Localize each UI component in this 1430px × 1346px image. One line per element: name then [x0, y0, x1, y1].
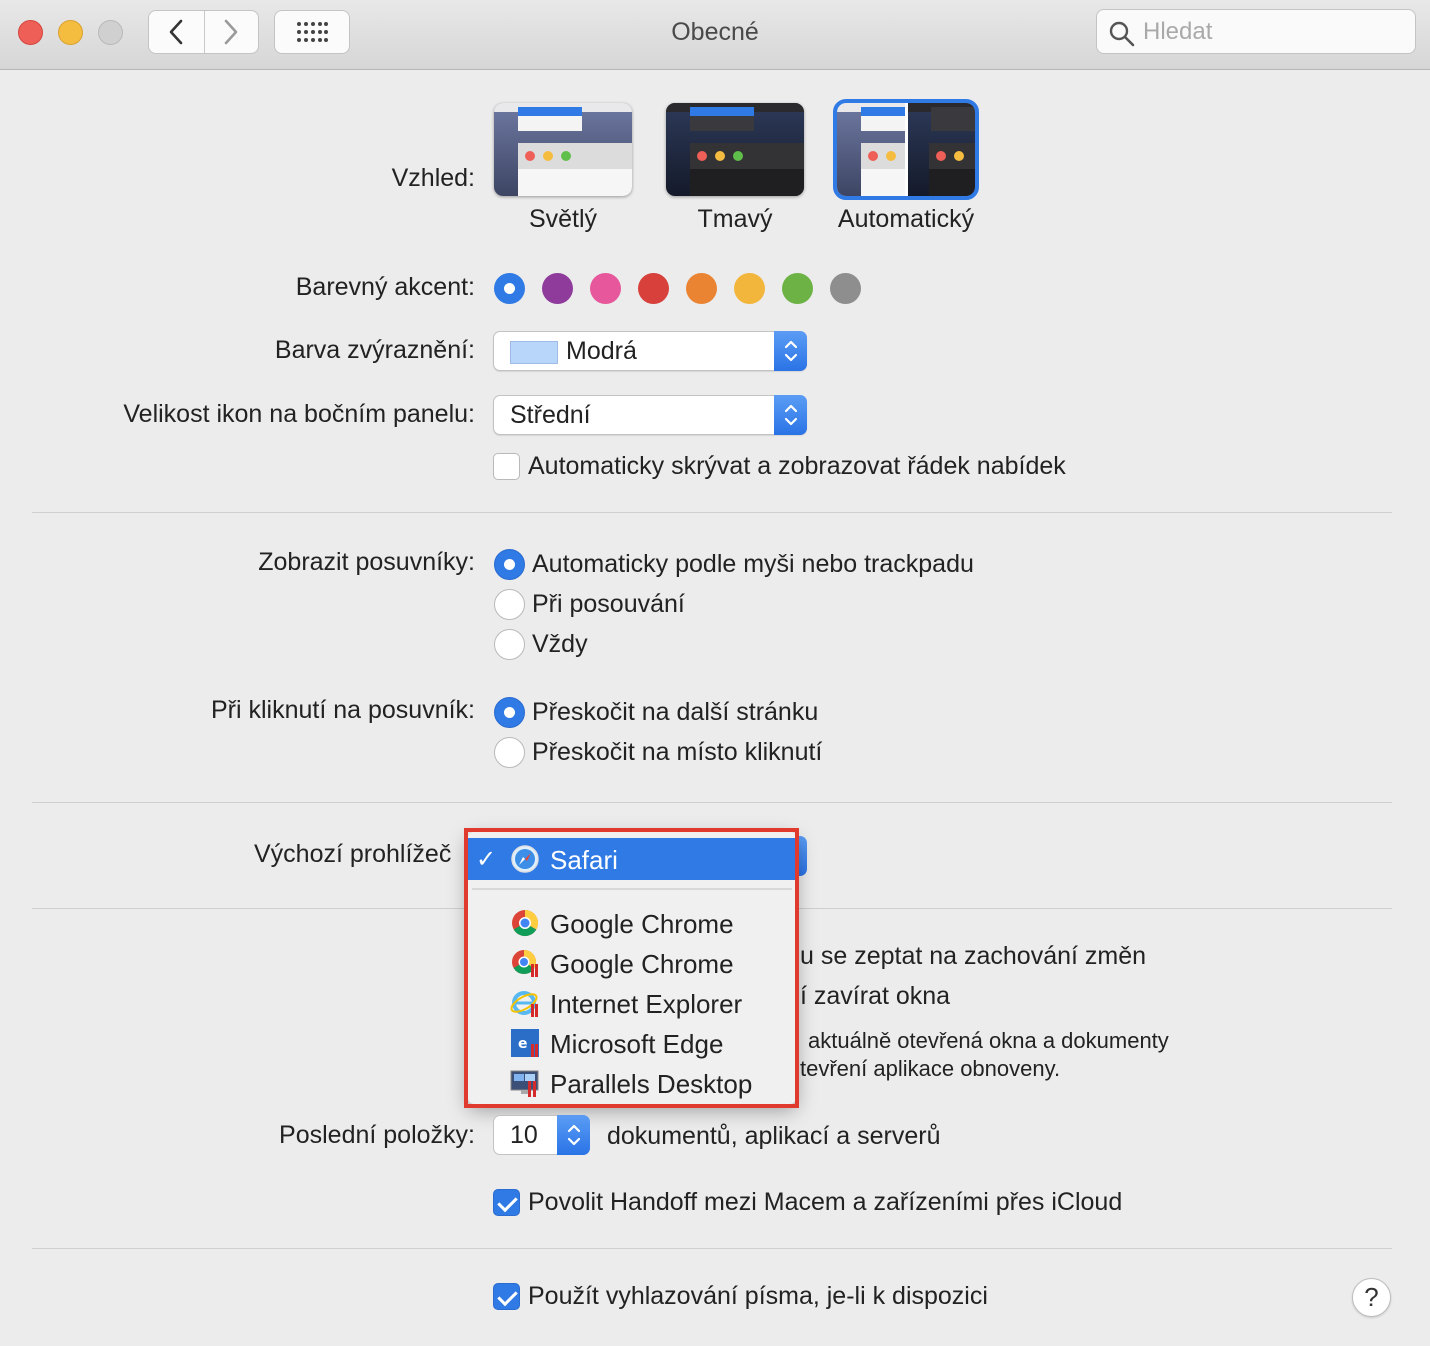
appearance-auto-label: Automatický	[837, 205, 975, 233]
auto-hide-menu-label: Automaticky skrývat a zobrazovat řádek n…	[528, 452, 1066, 480]
separator	[32, 1248, 1392, 1249]
highlight-annotation-box	[464, 828, 799, 1108]
search-input[interactable]	[1143, 17, 1403, 47]
scrollbars-label: Zobrazit posuvníky:	[258, 548, 475, 576]
highlight-swatch	[510, 341, 558, 364]
recent-items-value: 10	[510, 1121, 538, 1149]
recent-items-label: Poslední položky:	[279, 1121, 475, 1149]
sidebar-icon-size-label: Velikost ikon na bočním panelu:	[123, 400, 475, 428]
highlight-label: Barva zvýraznění:	[274, 336, 475, 364]
font-smoothing-checkbox[interactable]	[493, 1283, 520, 1310]
restore-description-line2: tevření aplikace obnoveny.	[800, 1056, 1061, 1081]
title-bar: Obecné	[0, 0, 1430, 70]
help-button[interactable]: ?	[1352, 1278, 1391, 1317]
sidebar-icon-size-popup[interactable]: Střední	[493, 395, 807, 435]
auto-mode-preview-icon	[837, 103, 975, 196]
scroll-click-next-page-radio[interactable]	[494, 697, 525, 728]
accent-color-blue[interactable]	[494, 273, 525, 304]
accent-color-pink[interactable]	[590, 273, 621, 304]
auto-hide-menu-checkbox[interactable]	[493, 453, 520, 480]
restore-description-line1: aktuálně otevřená okna a dokumenty	[808, 1028, 1169, 1053]
font-smoothing-label: Použít vyhlazování písma, je-li k dispoz…	[528, 1282, 988, 1310]
scroll-click-spot-label: Přeskočit na místo kliknutí	[532, 738, 823, 766]
recent-items-popup[interactable]: 10	[493, 1115, 590, 1155]
accent-color-orange[interactable]	[686, 273, 717, 304]
popup-arrows-icon	[557, 1115, 590, 1155]
accent-label: Barevný akcent:	[295, 273, 475, 301]
separator	[32, 802, 1392, 803]
separator	[32, 512, 1392, 513]
highlight-color-popup[interactable]: Modrá	[493, 331, 807, 371]
search-field[interactable]	[1096, 9, 1416, 54]
accent-color-graphite[interactable]	[830, 273, 861, 304]
light-mode-preview-icon	[494, 103, 632, 196]
appearance-auto-thumb[interactable]	[833, 99, 979, 200]
appearance-light-thumb[interactable]	[494, 103, 632, 196]
appearance-dark-thumb[interactable]	[666, 103, 804, 196]
scrollbars-always-radio[interactable]	[494, 629, 525, 660]
accent-color-purple[interactable]	[542, 273, 573, 304]
scrollbars-auto-radio[interactable]	[494, 549, 525, 580]
handoff-label: Povolit Handoff mezi Macem a zařízeními …	[528, 1188, 1123, 1216]
appearance-light-label: Světlý	[528, 205, 598, 233]
sidebar-icon-size-value: Střední	[510, 401, 591, 429]
default-browser-label: Výchozí prohlížeč	[254, 840, 452, 868]
scrollbars-scrolling-label: Při posouvání	[532, 590, 685, 618]
scrollbars-always-label: Vždy	[532, 630, 588, 658]
close-confirm-label-partial: u se zeptat na zachování změn	[800, 942, 1147, 970]
handoff-checkbox[interactable]	[493, 1189, 520, 1216]
scrollbars-scrolling-radio[interactable]	[494, 589, 525, 620]
dark-mode-preview-icon	[666, 103, 804, 196]
scroll-click-label: Při kliknutí na posuvník:	[210, 696, 475, 724]
appearance-label: Vzhled:	[391, 164, 475, 192]
close-windows-label-partial: í zavírat okna	[800, 982, 951, 1010]
recent-items-suffix: dokumentů, aplikací a serverů	[607, 1122, 941, 1150]
accent-color-green[interactable]	[782, 273, 813, 304]
scroll-click-next-page-label: Přeskočit na další stránku	[532, 698, 819, 726]
scroll-click-spot-radio[interactable]	[494, 737, 525, 768]
appearance-dark-label: Tmavý	[697, 205, 773, 233]
popup-arrows-icon	[774, 331, 807, 371]
popup-arrows-icon	[774, 395, 807, 435]
highlight-value: Modrá	[566, 337, 637, 365]
accent-color-yellow[interactable]	[734, 273, 765, 304]
accent-color-red[interactable]	[638, 273, 669, 304]
search-icon	[1109, 21, 1135, 47]
scrollbars-auto-label: Automaticky podle myši nebo trackpadu	[532, 550, 974, 578]
